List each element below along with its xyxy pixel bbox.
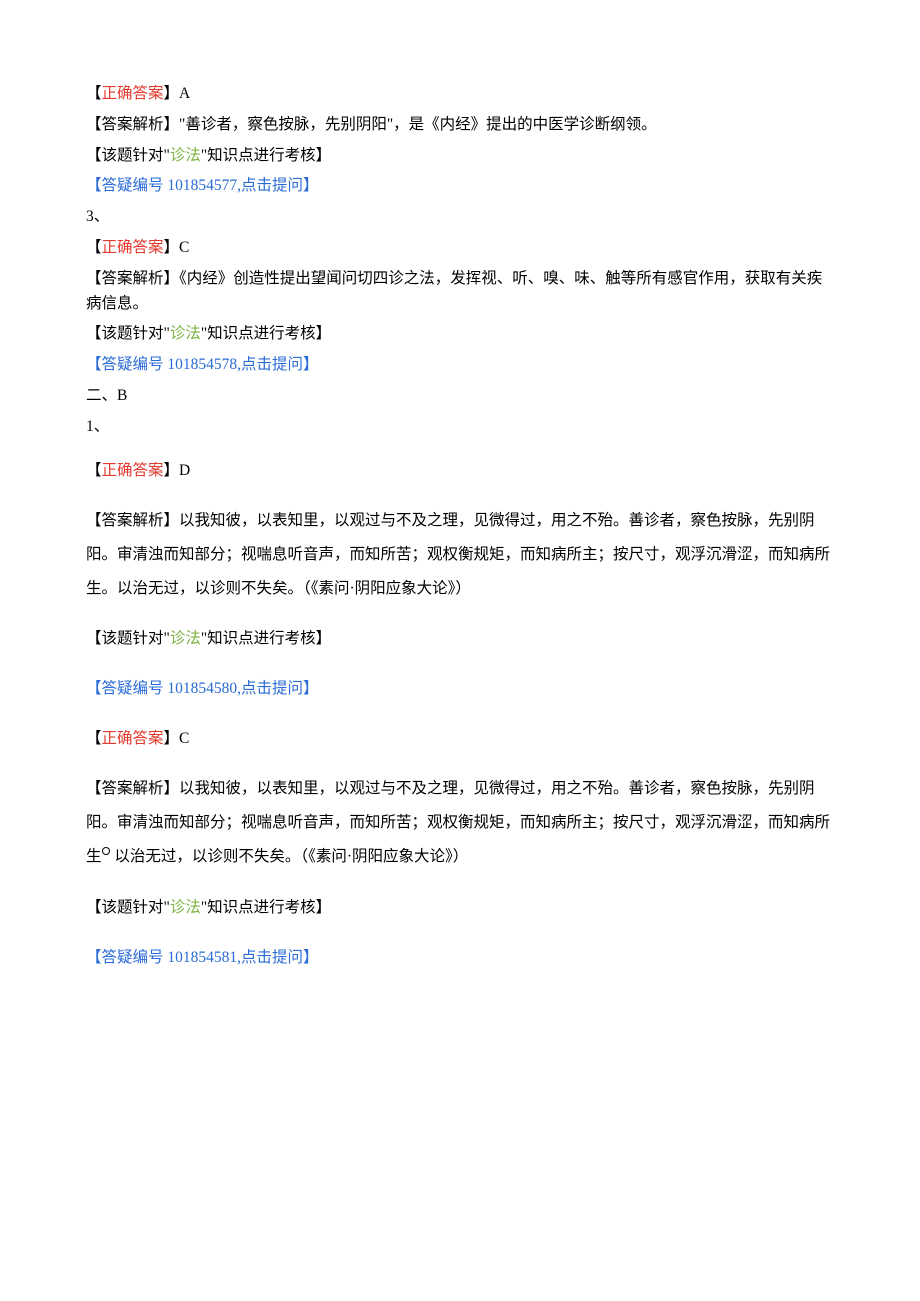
topic-pre: 【该题针对": [86, 325, 170, 342]
topic-pre: 【该题针对": [86, 147, 170, 164]
topic-line: 【该题针对"诊法"知识点进行考核】: [86, 622, 834, 656]
analysis-text: 【答案解析】"善诊者，察色按脉，先别阴阳"，是《内经》提出的中医学诊断纲领。: [86, 113, 834, 138]
correct-answer-label: 正确答案: [102, 239, 164, 256]
bracket-open: 【: [86, 730, 102, 747]
topic-post: "知识点进行考核】: [201, 899, 331, 916]
question-number: 1、: [86, 415, 834, 440]
answer-line: 【正确答案】C: [86, 722, 834, 756]
topic-post: "知识点进行考核】: [201, 325, 331, 342]
answer-value: 】A: [164, 85, 191, 102]
answer-value: 】C: [164, 239, 190, 256]
analysis-text: 【答案解析】以我知彼，以表知里，以观过与不及之理，见微得过，用之不殆。善诊者，察…: [86, 772, 834, 874]
doubt-link[interactable]: 【答疑编号 101854581,点击提问】: [86, 949, 319, 966]
answer-value: 】C: [164, 730, 190, 747]
correct-answer-label: 正确答案: [102, 462, 164, 479]
answer-value: 】D: [164, 462, 191, 479]
topic-keyword: 诊法: [170, 147, 201, 164]
doubt-link[interactable]: 【答疑编号 101854580,点击提问】: [86, 680, 319, 697]
bracket-open: 【: [86, 462, 102, 479]
topic-post: "知识点进行考核】: [201, 630, 331, 647]
topic-line: 【该题针对"诊法"知识点进行考核】: [86, 891, 834, 925]
doubt-link-line: 【答疑编号 101854580,点击提问】: [86, 672, 834, 706]
analysis-text: 【答案解析】以我知彼，以表知里，以观过与不及之理，见微得过，用之不殆。善诊者，察…: [86, 504, 834, 606]
doubt-link[interactable]: 【答疑编号 101854578,点击提问】: [86, 356, 319, 373]
answer-line: 【正确答案】D: [86, 454, 834, 488]
topic-keyword: 诊法: [170, 630, 201, 647]
doubt-link-line: 【答疑编号 101854577,点击提问】: [86, 174, 834, 199]
bracket-open: 【: [86, 85, 102, 102]
doubt-link[interactable]: 【答疑编号 101854577,点击提问】: [86, 177, 319, 194]
doubt-link-line: 【答疑编号 101854578,点击提问】: [86, 353, 834, 378]
section-heading: 二、B: [86, 384, 834, 409]
correct-answer-label: 正确答案: [102, 730, 164, 747]
analysis-text: 【答案解析】《内经》创造性提出望闻问切四诊之法，发挥视、听、嗅、味、触等所有感官…: [86, 267, 834, 317]
topic-line: 【该题针对"诊法"知识点进行考核】: [86, 144, 834, 169]
topic-post: "知识点进行考核】: [201, 147, 331, 164]
document-page: 【正确答案】A 【答案解析】"善诊者，察色按脉，先别阴阳"，是《内经》提出的中医…: [0, 0, 920, 1051]
topic-line: 【该题针对"诊法"知识点进行考核】: [86, 322, 834, 347]
circle-mark-icon: [102, 847, 110, 855]
question-number: 3、: [86, 205, 834, 230]
topic-pre: 【该题针对": [86, 630, 170, 647]
doubt-link-line: 【答疑编号 101854581,点击提问】: [86, 941, 834, 975]
bracket-open: 【: [86, 239, 102, 256]
topic-keyword: 诊法: [170, 899, 201, 916]
topic-pre: 【该题针对": [86, 899, 170, 916]
topic-keyword: 诊法: [170, 325, 201, 342]
answer-line: 【正确答案】A: [86, 82, 834, 107]
analysis-part-b: 以治无过，以诊则不失矣。（《素问·阴阳应象大论》）: [114, 848, 468, 865]
answer-line: 【正确答案】C: [86, 236, 834, 261]
correct-answer-label: 正确答案: [102, 85, 164, 102]
